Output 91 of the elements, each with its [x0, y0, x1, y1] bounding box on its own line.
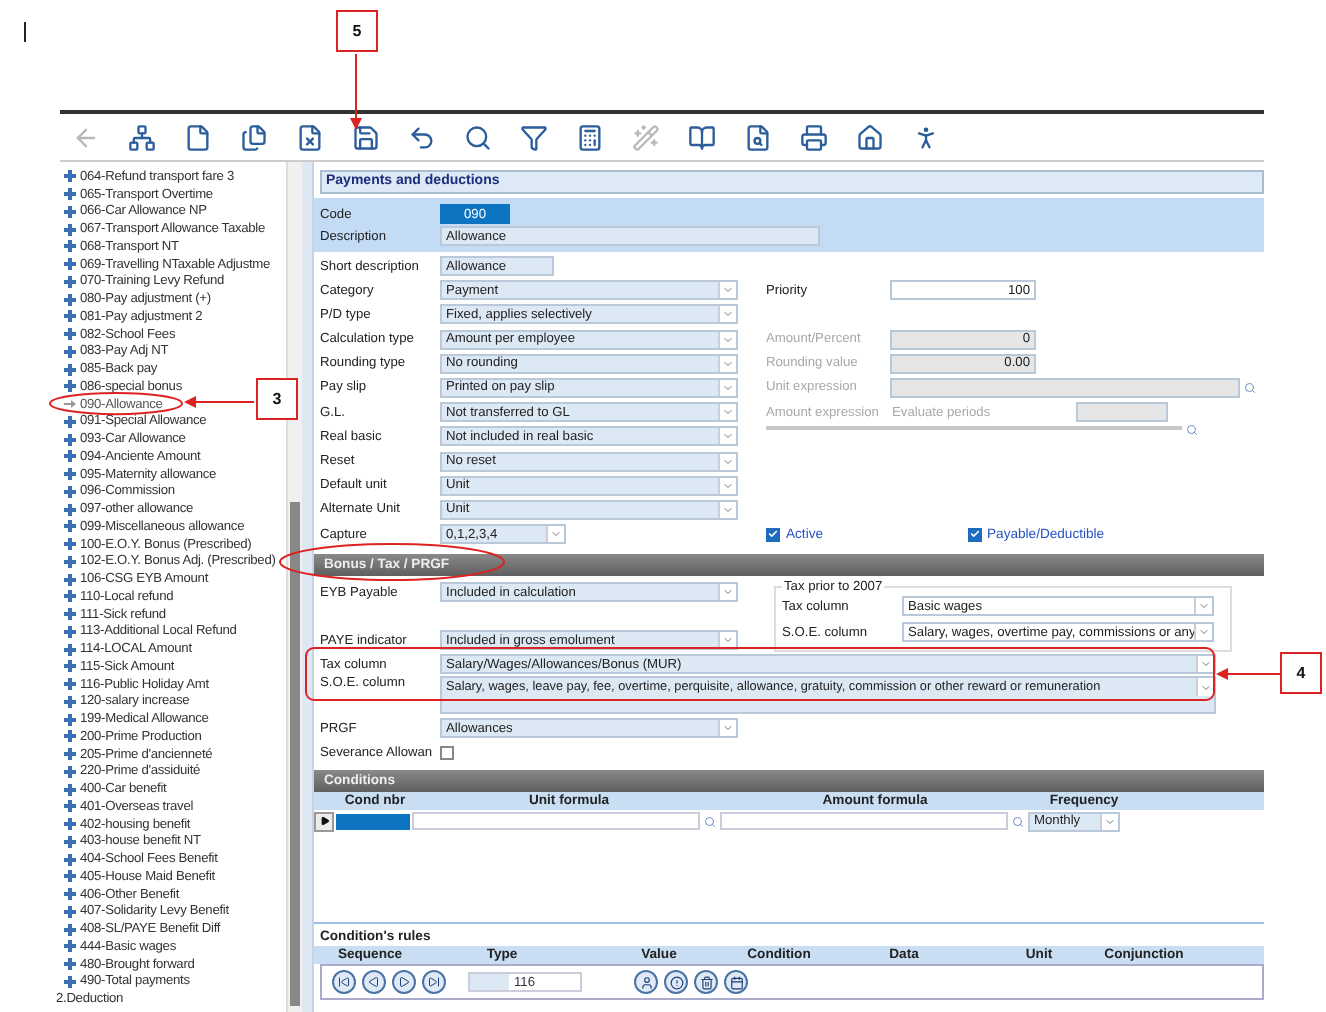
leader-line	[1216, 668, 1281, 680]
plus-icon	[64, 293, 76, 306]
alert-button[interactable]	[664, 970, 688, 995]
plus-icon	[64, 363, 76, 376]
skip-back-icon	[338, 976, 350, 989]
checkbox[interactable]	[766, 527, 780, 542]
plus-icon	[64, 800, 76, 813]
callout-label: 5	[336, 10, 378, 52]
plus-icon	[64, 380, 76, 393]
last-button[interactable]	[422, 970, 446, 995]
plus-icon	[64, 713, 76, 726]
plus-icon	[64, 450, 76, 463]
user-icon	[639, 975, 653, 990]
plus-icon	[64, 503, 76, 516]
plus-icon	[64, 660, 76, 673]
plus-icon	[64, 345, 76, 358]
chevron-icon	[722, 634, 734, 647]
plus-icon	[64, 328, 76, 341]
leader-line	[184, 396, 255, 408]
checkbox[interactable]	[967, 527, 982, 542]
callout-label: 4	[1280, 652, 1322, 694]
skip-forward-icon	[428, 976, 440, 989]
plus-icon	[64, 240, 76, 253]
plus-icon	[64, 415, 76, 428]
chevron-icon	[722, 722, 734, 735]
trash-icon	[699, 975, 713, 990]
input-field[interactable]	[412, 812, 700, 831]
play-icon	[319, 816, 329, 827]
plus-icon	[64, 485, 76, 498]
callout-label: 3	[256, 378, 298, 420]
next-button[interactable]	[392, 970, 416, 995]
printer-icon[interactable]	[796, 119, 832, 155]
home-icon[interactable]	[852, 119, 888, 155]
plus-icon	[64, 765, 76, 778]
documents-icon[interactable]	[236, 119, 272, 155]
previous-button[interactable]	[362, 970, 386, 995]
text-field[interactable]	[1076, 402, 1168, 423]
plus-icon	[64, 975, 76, 988]
plus-icon	[64, 748, 76, 761]
plus-icon	[64, 643, 76, 656]
text-field[interactable]	[890, 377, 1240, 398]
user-button[interactable]	[634, 970, 658, 995]
plus-icon	[64, 905, 76, 918]
plus-icon	[64, 223, 76, 236]
plus-icon	[64, 573, 76, 586]
calendar-button[interactable]	[724, 970, 748, 995]
plus-icon	[64, 888, 76, 901]
plus-icon	[64, 695, 76, 708]
alert-icon	[669, 975, 683, 990]
checkbox[interactable]	[440, 745, 454, 760]
text-cursor	[24, 22, 26, 42]
plus-icon	[64, 468, 76, 481]
trash-button[interactable]	[694, 970, 718, 995]
plus-icon	[64, 818, 76, 831]
plus-icon	[64, 310, 76, 323]
plus-icon	[64, 555, 76, 568]
chevron-icon	[722, 586, 734, 599]
chevron-icon	[1104, 815, 1116, 828]
plus-icon	[64, 870, 76, 883]
first-button[interactable]	[332, 970, 356, 995]
back-triangle-icon	[368, 976, 380, 989]
plus-icon	[64, 853, 76, 866]
leader-line	[350, 53, 362, 130]
plus-icon	[64, 923, 76, 936]
plus-icon	[64, 608, 76, 621]
row-selector[interactable]	[314, 811, 334, 832]
plus-icon	[64, 835, 76, 848]
tree-icon[interactable]	[124, 119, 160, 155]
plus-icon	[64, 625, 76, 638]
plus-icon	[64, 783, 76, 796]
arrow-icon	[64, 398, 76, 411]
plus-icon	[64, 520, 76, 533]
scrollbar[interactable]	[286, 162, 302, 1012]
plus-icon	[64, 940, 76, 953]
calendar-icon	[729, 975, 743, 990]
plus-icon	[64, 730, 76, 743]
plus-icon	[64, 590, 76, 603]
plus-icon	[64, 170, 76, 183]
plus-icon	[64, 205, 76, 218]
plus-icon	[64, 258, 76, 271]
plus-icon	[64, 275, 76, 288]
plus-icon	[64, 188, 76, 201]
chevron-icon	[550, 528, 562, 541]
highlight-ellipse	[49, 392, 183, 416]
input-field[interactable]	[720, 812, 1008, 831]
plus-icon	[64, 958, 76, 971]
plus-icon	[64, 433, 76, 446]
plus-icon	[64, 538, 76, 551]
table-cell[interactable]	[336, 813, 410, 830]
play-icon	[398, 976, 410, 989]
plus-icon	[64, 678, 76, 691]
